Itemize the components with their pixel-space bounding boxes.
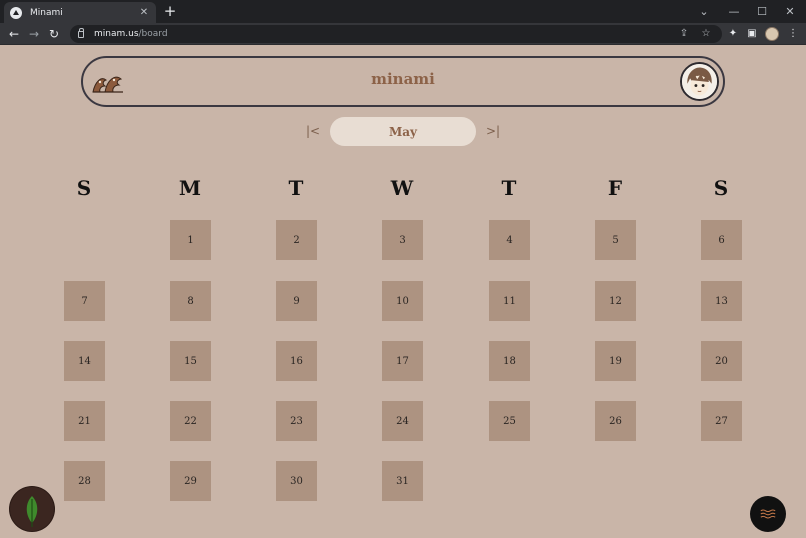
month-selector[interactable]: May: [330, 117, 476, 146]
waves-icon: [760, 509, 776, 519]
calendar-day[interactable]: 12: [595, 281, 636, 321]
user-avatar[interactable]: [680, 62, 719, 101]
tab-title: Minami: [30, 7, 63, 18]
calendar-day[interactable]: 24: [382, 401, 423, 441]
calendar-day[interactable]: 13: [701, 281, 742, 321]
tab-close-icon[interactable]: ✕: [138, 7, 150, 18]
url-text: minam.us/board: [94, 29, 168, 39]
calendar-day[interactable]: 18: [489, 341, 530, 381]
calendar-day[interactable]: 4: [489, 220, 530, 260]
calendar-day[interactable]: 10: [382, 281, 423, 321]
weekday-header: M: [178, 176, 202, 200]
app-header: minami: [81, 56, 725, 107]
window-close-icon[interactable]: ✕: [776, 0, 804, 22]
calendar-day[interactable]: 14: [64, 341, 105, 381]
profile-avatar[interactable]: [765, 27, 779, 41]
calendar-day[interactable]: 2: [276, 220, 317, 260]
calendar-day[interactable]: 8: [170, 281, 211, 321]
calendar-day[interactable]: 25: [489, 401, 530, 441]
calendar-day[interactable]: 21: [64, 401, 105, 441]
app-title: minami: [371, 70, 435, 88]
weekday-header: S: [76, 176, 92, 200]
calendar-day[interactable]: 27: [701, 401, 742, 441]
weekday-header: T: [501, 176, 517, 200]
calendar-day[interactable]: 16: [276, 341, 317, 381]
calendar-day[interactable]: 17: [382, 341, 423, 381]
maximize-icon[interactable]: ☐: [748, 0, 776, 22]
first-page-icon[interactable]: |<: [305, 123, 321, 139]
calendar-day[interactable]: 19: [595, 341, 636, 381]
calendar-day[interactable]: 30: [276, 461, 317, 501]
calendar-day[interactable]: 31: [382, 461, 423, 501]
calendar-day[interactable]: 20: [701, 341, 742, 381]
last-page-icon[interactable]: >|: [485, 123, 501, 139]
lock-icon: [78, 27, 84, 38]
leaf-icon: [26, 496, 38, 527]
calendar-day[interactable]: 15: [170, 341, 211, 381]
calendar-day[interactable]: 26: [595, 401, 636, 441]
share-icon[interactable]: ⇪: [678, 28, 690, 40]
reload-icon[interactable]: ↻: [46, 26, 62, 42]
calendar-day[interactable]: 28: [64, 461, 105, 501]
minimize-icon[interactable]: —: [720, 0, 748, 22]
leaf-button[interactable]: [10, 487, 54, 531]
tab-search-icon[interactable]: ⌄: [690, 0, 718, 22]
calendar-day[interactable]: 11: [489, 281, 530, 321]
month-label: May: [388, 124, 418, 139]
weekday-header: W: [390, 176, 414, 200]
weekday-header: F: [607, 176, 623, 200]
forward-icon[interactable]: →: [26, 26, 42, 42]
calendar-day[interactable]: 3: [382, 220, 423, 260]
weekday-header: S: [713, 176, 729, 200]
calendar-day[interactable]: 9: [276, 281, 317, 321]
weekday-header: T: [288, 176, 304, 200]
browser-tab-bar: Minami ✕ + ⌄ — ☐ ✕: [0, 0, 806, 23]
new-tab-button[interactable]: +: [162, 3, 178, 19]
star-icon[interactable]: ☆: [700, 28, 712, 40]
calendar-day[interactable]: 1: [170, 220, 211, 260]
calendar-day[interactable]: 5: [595, 220, 636, 260]
back-icon[interactable]: ←: [6, 26, 22, 42]
calendar-day[interactable]: 22: [170, 401, 211, 441]
address-bar[interactable]: minam.us/board ⇪ ☆: [70, 25, 722, 43]
browser-toolbar: ← → ↻ minam.us/board ⇪ ☆ ✦ ▣ ⋮: [0, 23, 806, 45]
calendar-day[interactable]: 23: [276, 401, 317, 441]
sidepanel-icon[interactable]: ▣: [745, 27, 759, 41]
tab-favicon-icon: [10, 6, 22, 19]
calendar-day[interactable]: 6: [701, 220, 742, 260]
menu-icon[interactable]: ⋮: [786, 27, 800, 41]
waves-button[interactable]: [750, 496, 786, 532]
browser-tab[interactable]: Minami ✕: [4, 2, 156, 23]
calendar-day[interactable]: 29: [170, 461, 211, 501]
calendar-day[interactable]: 7: [64, 281, 105, 321]
extensions-icon[interactable]: ✦: [726, 27, 740, 41]
